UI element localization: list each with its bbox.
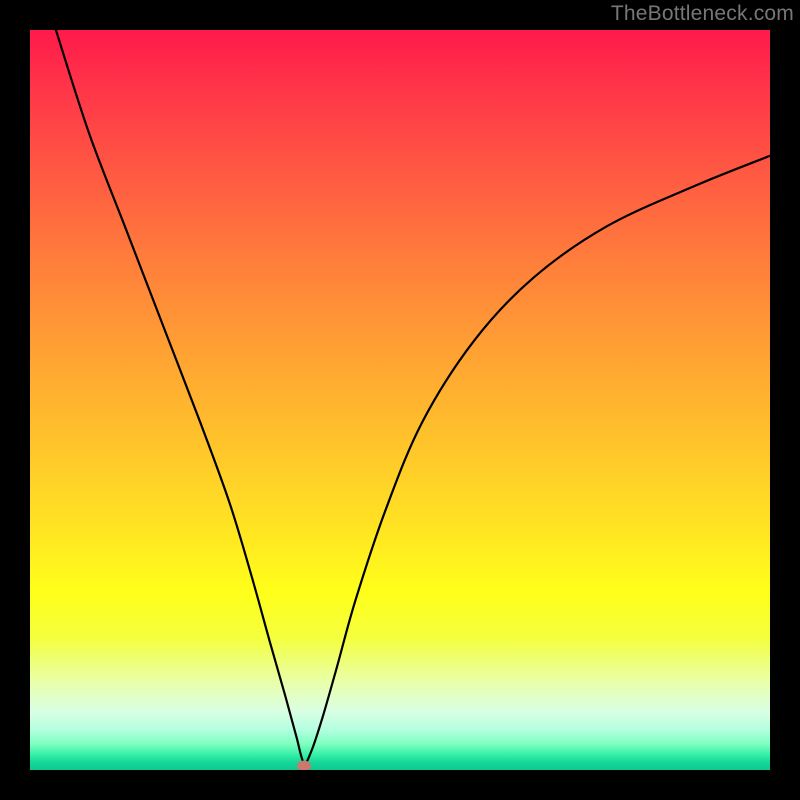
plot-area	[30, 30, 770, 770]
watermark-text: TheBottleneck.com	[611, 2, 794, 26]
gradient-background	[30, 30, 770, 770]
chart-frame: TheBottleneck.com	[0, 0, 800, 800]
